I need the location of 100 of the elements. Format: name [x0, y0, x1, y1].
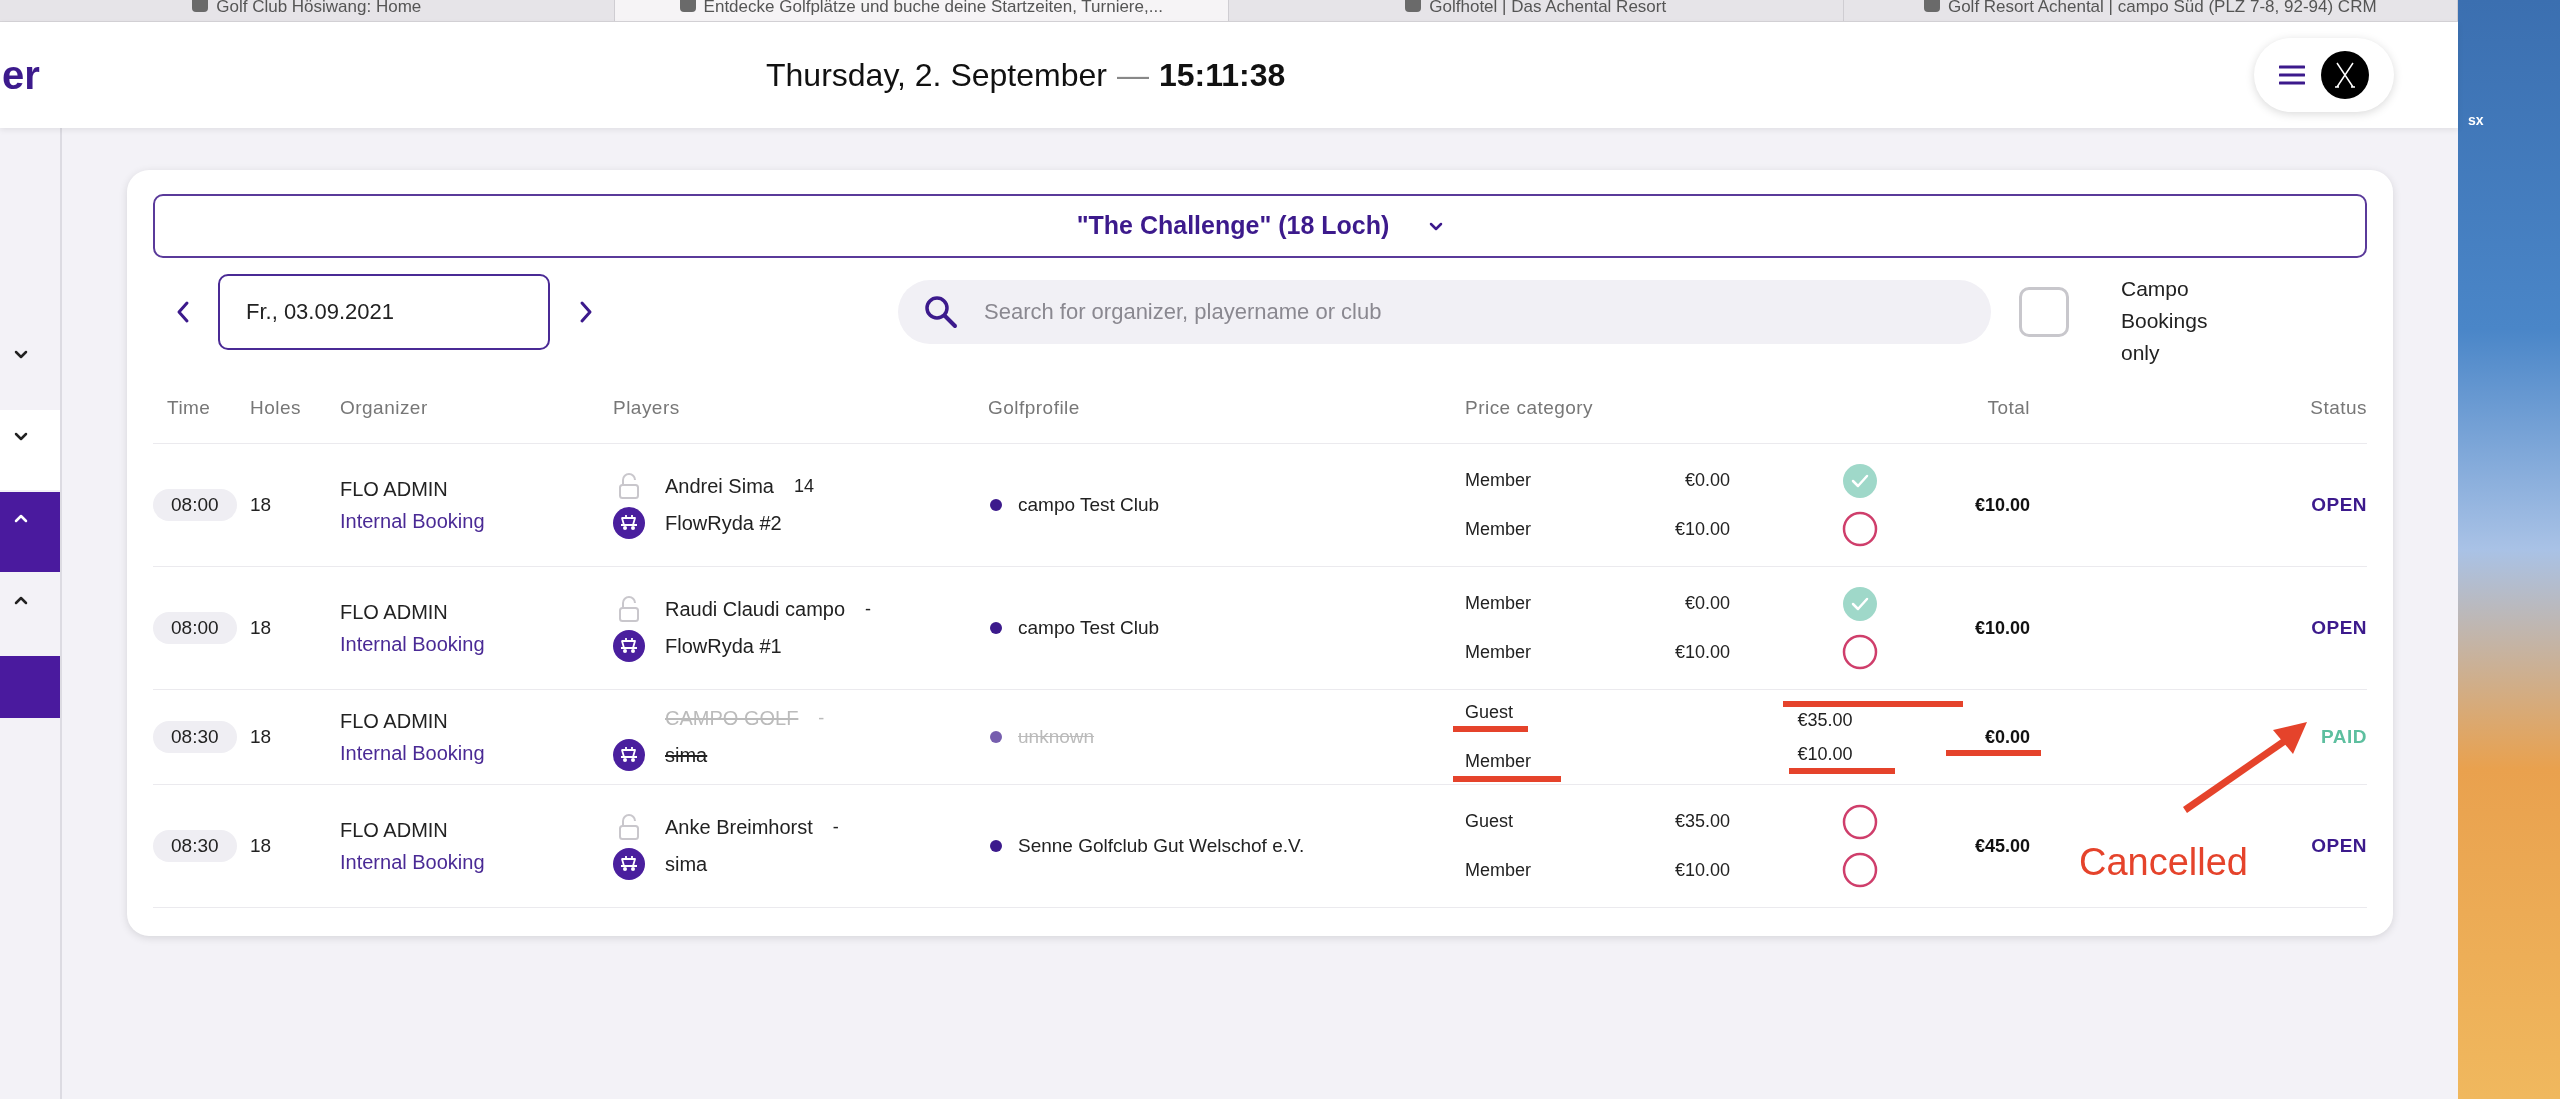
- player-name: Anke Breimhorst: [665, 815, 813, 840]
- golf-club-name: campo Test Club: [1018, 615, 1160, 640]
- padlock-icon: [618, 596, 640, 622]
- menu-button[interactable]: [2254, 38, 2394, 112]
- browser-tab[interactable]: Golf Resort Achental | campo Süd (PLZ 7-8, 92-94) CRM: [1843, 0, 2458, 21]
- total-text: €45.00: [1974, 834, 2030, 858]
- campo-checkbox[interactable]: [2019, 287, 2069, 337]
- chevron-down-icon: [14, 432, 28, 441]
- time-tag: 08:30: [153, 720, 237, 754]
- logo-text: er: [2, 53, 40, 97]
- holes-text: 18: [250, 615, 273, 640]
- column-header: Golfprofile: [987, 396, 1081, 421]
- browser-tab[interactable]: Entdecke Golfplätze und buche deine Startzeiten, Turniere,...: [614, 0, 1229, 21]
- golf-club-name: unknown: [1018, 724, 1095, 749]
- price-category-text: Member: [1465, 750, 1532, 773]
- status-text: OPEN: [2311, 615, 2367, 640]
- chevron-left-icon[interactable]: [175, 300, 191, 324]
- empty-circle-icon[interactable]: [1842, 852, 1878, 888]
- time-tag: 08:30: [153, 829, 237, 863]
- empty-circle-icon[interactable]: [1842, 804, 1878, 840]
- column-header: Holes: [250, 396, 302, 421]
- status-text: PAID: [2321, 724, 2367, 749]
- player-name: sima: [665, 852, 708, 877]
- golf-cart-icon: [613, 848, 645, 880]
- price-category-text: Guest: [1465, 810, 1515, 833]
- favicon-icon: [192, 0, 209, 12]
- tab-title: Golfhotel | Das Achental Resort: [1429, 0, 1667, 18]
- empty-circle-icon[interactable]: [1842, 634, 1878, 670]
- check-circle-icon[interactable]: [1842, 463, 1878, 499]
- chevron-up-icon: [14, 514, 28, 523]
- status-text: OPEN: [2311, 492, 2367, 517]
- player-name: CAMPO GOLF: [665, 706, 799, 731]
- golf-club-name: campo Test Club: [1018, 492, 1160, 517]
- player-name: FlowRyda #2: [665, 511, 782, 536]
- organizer-name: FLO ADMIN: [340, 709, 449, 734]
- checkbox-label: Campo Bookings only: [2121, 276, 2209, 366]
- tab-title: Golf Club Hösiwang: Home: [216, 0, 422, 18]
- padlock-icon: [618, 473, 640, 499]
- date-field[interactable]: Fr., 03.09.2021: [218, 274, 550, 350]
- empty-circle-icon[interactable]: [1842, 511, 1878, 547]
- player-handicap-text: -: [865, 597, 872, 621]
- price-text: €35.00: [1674, 810, 1730, 833]
- browser-tab[interactable]: Golf Club Hösiwang: Home: [0, 0, 615, 21]
- chevron-up-icon: [14, 596, 28, 605]
- clock-text: 15:11:38: [1158, 56, 1286, 95]
- column-header: Players: [612, 396, 681, 421]
- check-circle-icon[interactable]: [1842, 586, 1878, 622]
- player-name: FlowRyda #1: [665, 634, 782, 659]
- course-dropdown[interactable]: "The Challenge" (18 Loch): [153, 194, 2367, 258]
- browser-tab[interactable]: Golfhotel | Das Achental Resort: [1229, 0, 1844, 21]
- total-text: €10.00: [1974, 616, 2030, 640]
- separator-text: —: [1116, 56, 1149, 95]
- price-text: €10.00: [1674, 641, 1730, 664]
- player-handicap-text: -: [818, 706, 825, 730]
- organizer-name: FLO ADMIN: [340, 818, 449, 843]
- tab-title: Entdecke Golfplätze und buche deine Startzeiten, Turniere,...: [703, 0, 1163, 18]
- date-text: Thursday, 2. September: [766, 56, 1107, 95]
- chevron-right-icon[interactable]: [578, 300, 594, 324]
- price-category-text: Guest: [1465, 701, 1515, 724]
- holes-text: 18: [250, 492, 273, 517]
- sidebar-item[interactable]: [0, 492, 60, 572]
- price-text: €35.00: [1797, 709, 1853, 731]
- crossed-golf-clubs-icon: [2321, 51, 2369, 99]
- booking-type-text: Internal Booking: [340, 509, 486, 534]
- golf-cart-icon: [613, 507, 645, 539]
- column-header: Price category: [1465, 396, 1595, 421]
- column-header: Total: [1987, 396, 2030, 421]
- sidebar-item[interactable]: [0, 410, 60, 490]
- player-name: Raudi Claudi campo: [665, 597, 846, 622]
- player-name: Andrei Sima: [665, 474, 774, 499]
- favicon-icon: [1923, 0, 1940, 12]
- desktop-label: sx: [2468, 112, 2484, 128]
- search-icon: [924, 295, 958, 329]
- price-text: €0.00: [1684, 469, 1730, 492]
- tab-title: Golf Resort Achental | campo Süd (PLZ 7-8, 92-94) CRM: [1947, 0, 2377, 18]
- price-text: €10.00: [1674, 859, 1730, 882]
- price-category-text: Member: [1465, 592, 1532, 615]
- time-tag: 08:00: [153, 488, 237, 522]
- sidebar-item[interactable]: [0, 656, 60, 718]
- booking-type-text: Internal Booking: [340, 850, 486, 875]
- booking-type-text: Internal Booking: [340, 632, 486, 657]
- status-text: OPEN: [2311, 833, 2367, 858]
- price-category-text: Member: [1465, 518, 1532, 541]
- favicon-icon: [679, 0, 696, 12]
- organizer-name: FLO ADMIN: [340, 477, 449, 502]
- price-category-text: Member: [1465, 641, 1532, 664]
- column-header: Organizer: [340, 396, 429, 421]
- price-category-text: Member: [1465, 859, 1532, 882]
- favicon-icon: [1405, 0, 1422, 12]
- holes-text: 18: [250, 724, 273, 749]
- price-text: €0.00: [1684, 592, 1730, 615]
- player-name: sima: [665, 743, 708, 768]
- player-handicap-text: 14: [793, 474, 814, 498]
- price-text: €10.00: [1797, 743, 1853, 765]
- column-header: Time: [166, 396, 212, 421]
- chevron-down-icon: [1429, 221, 1444, 231]
- golf-cart-icon: [613, 630, 645, 662]
- annotation-text: Cancelled: [2079, 840, 2248, 885]
- search-field[interactable]: Search for organizer, playername or club: [898, 280, 1991, 344]
- column-header: Status: [2310, 396, 2367, 421]
